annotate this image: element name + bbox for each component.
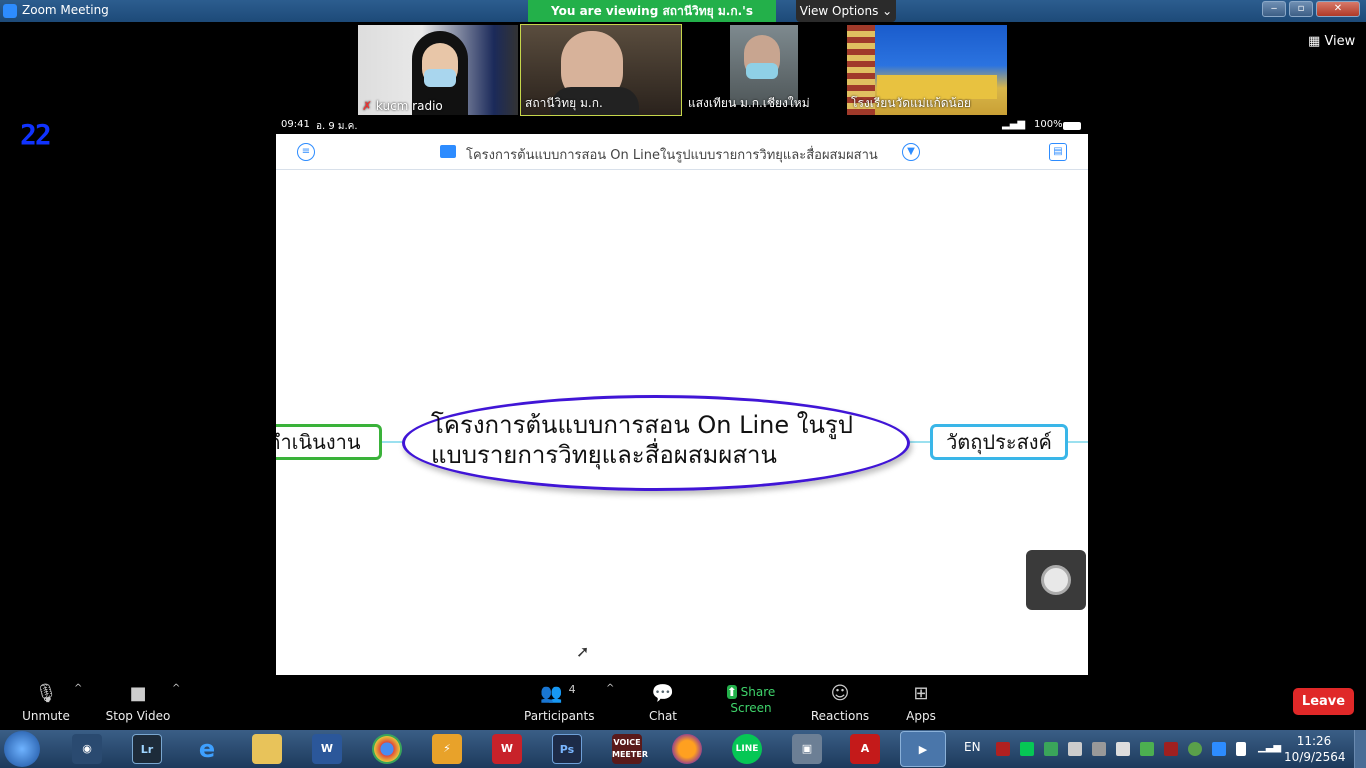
camera-app-icon[interactable]: ◉ [72, 734, 102, 764]
status-time: 09:41 [281, 119, 310, 130]
participant-name: ✗ kucm radio [362, 99, 443, 113]
flag-icon[interactable] [1236, 742, 1246, 756]
mic-muted-icon: ✗ [362, 99, 373, 113]
smiley-icon: ☺ [830, 683, 850, 704]
line-app-icon[interactable]: LINE [732, 734, 762, 764]
signal-icon: ▂▄▆ [1002, 119, 1026, 130]
people-icon: 👥 4 [540, 683, 576, 704]
battery-icon [1063, 122, 1081, 130]
file-explorer-icon[interactable] [252, 734, 282, 764]
tray-meter-icon[interactable] [1044, 742, 1058, 756]
close-button[interactable]: ✕ [1316, 1, 1360, 17]
shared-screen[interactable]: 09:41 อ. 9 ม.ค. ▂▄▆ 100% ≡ โครงการต้นแบบ… [276, 118, 1088, 675]
connector [908, 441, 932, 443]
tray-voicemeeter-icon[interactable] [1164, 742, 1178, 756]
app-toolbar: ≡ โครงการต้นแบบการสอน On Lineในรูปแบบราย… [276, 134, 1088, 170]
tray-icon[interactable] [996, 742, 1010, 756]
voicemeeter-icon[interactable]: VOICE MEETER [612, 734, 648, 764]
firefox-icon[interactable] [672, 734, 702, 764]
zoom-taskbar-icon[interactable]: ▶ [900, 731, 946, 767]
assistive-touch-button[interactable] [1026, 550, 1086, 610]
mindmap-node-left[interactable]: ดำเนินงาน [276, 424, 382, 460]
tray-tool-icon[interactable] [1092, 742, 1106, 756]
outline-icon[interactable]: ▤ [1049, 143, 1067, 161]
connector [382, 441, 404, 443]
tray-line-icon[interactable] [1020, 742, 1034, 756]
menu-icon[interactable]: ≡ [297, 143, 315, 161]
participant-name: สถานีวิทยุ ม.ก. [525, 96, 603, 110]
participant-name: แสงเทียน ม.ก.เชียงใหม่ [688, 96, 810, 110]
tray-app-icon[interactable] [1140, 742, 1154, 756]
show-desktop-button[interactable] [1354, 730, 1366, 768]
share-arrow-icon: ⬆ [726, 685, 737, 699]
video-tile-active[interactable]: สถานีวิทยุ ม.ก. [520, 24, 682, 116]
winamp-icon[interactable]: ⚡ [432, 734, 462, 764]
video-options-caret[interactable]: ^ [172, 683, 180, 694]
participants-count: 4 [568, 683, 576, 696]
folder-icon [440, 145, 456, 158]
video-camera-icon: ■ [129, 683, 147, 704]
participants-button[interactable]: 👥 4 Participants [524, 683, 595, 723]
apps-button[interactable]: ⊞ Apps [902, 683, 940, 723]
word-icon[interactable]: W [312, 734, 342, 764]
acrobat-icon[interactable]: A [850, 734, 880, 764]
battery-level: 100% [1034, 119, 1063, 130]
tray-network-app-icon[interactable] [1188, 742, 1202, 756]
microphone-muted-icon: 🎙 [34, 683, 58, 704]
unmute-button[interactable]: 🎙 Unmute [20, 683, 72, 723]
chat-bubble-icon: 💬 [651, 683, 675, 704]
maximize-button[interactable]: ▫ [1289, 1, 1313, 17]
apps-icon: ⊞ [913, 683, 929, 704]
grid-icon: ▦ [1308, 34, 1321, 49]
video-tile[interactable]: แสงเทียน ม.ก.เชียงใหม่ [684, 25, 844, 115]
mindmap-node-right[interactable]: วัตถุประสงค์ [930, 424, 1068, 460]
audio-options-caret[interactable]: ^ [74, 683, 82, 694]
connector [1068, 441, 1088, 443]
chevron-down-icon[interactable]: ▼ [902, 143, 920, 161]
desktop-app-icon[interactable]: ▣ [792, 734, 822, 764]
clock[interactable]: 11:26 10/9/2564 [1284, 733, 1346, 765]
viewing-banner: You are viewing สถานีวิทยุ ม.ก.'s screen [528, 0, 776, 40]
video-tile[interactable]: ✗ kucm radio [358, 25, 518, 115]
cursor-icon: ➚ [576, 642, 590, 661]
document-title: โครงการต้นแบบการสอน On Lineในรูปแบบรายกา… [466, 148, 878, 163]
video-tile[interactable]: โรงเรียนวัดแม่แก้ดน้อย [847, 25, 1007, 115]
tray-camera-icon[interactable] [1068, 742, 1082, 756]
device-status-bar: 09:41 อ. 9 ม.ค. ▂▄▆ 100% [276, 118, 1088, 134]
zoom-icon [3, 4, 17, 18]
mindmap-central-topic[interactable]: โครงการต้นแบบการสอน On Line ในรูป แบบราย… [402, 395, 910, 491]
signal-icon[interactable]: ▁▃▅ [1258, 742, 1281, 756]
language-indicator[interactable]: EN [964, 740, 981, 754]
start-button[interactable] [4, 731, 40, 767]
chrome-icon[interactable] [372, 734, 402, 764]
tray-usb-icon[interactable] [1116, 742, 1130, 756]
participants-options-caret[interactable]: ^ [606, 683, 614, 694]
minimize-button[interactable]: ‒ [1262, 1, 1286, 17]
windows-taskbar: ◉ Lr e W ⚡ W Ps VOICE MEETER LINE ▣ A ▶ … [0, 730, 1366, 768]
reactions-button[interactable]: ☺ Reactions [810, 683, 870, 723]
central-topic-line: แบบรายการวิทยุและสื่อผสมผสาน [431, 441, 777, 469]
central-topic-line: โครงการต้นแบบการสอน On Line ในรูป [431, 411, 854, 439]
chat-button[interactable]: 💬 Chat [644, 683, 682, 723]
window-title: Zoom Meeting [22, 3, 109, 17]
lightroom-icon[interactable]: Lr [132, 734, 162, 764]
view-options-button[interactable]: View Options ⌄ [796, 0, 896, 22]
participant-name: โรงเรียนวัดแม่แก้ดน้อย [851, 96, 971, 110]
overlay-number: 22 [20, 118, 52, 151]
leave-button[interactable]: Leave [1293, 688, 1354, 715]
app-icon[interactable]: W [492, 734, 522, 764]
view-button[interactable]: ▦ View [1308, 34, 1355, 49]
status-date: อ. 9 ม.ค. [316, 121, 358, 132]
meeting-toolbar: 🎙 Unmute ^ ■ Stop Video ^ 👥 4 Participan… [0, 675, 1366, 730]
tray-zoom-icon[interactable] [1212, 742, 1226, 756]
share-screen-button[interactable]: ⬆ Share Screen [712, 683, 790, 715]
internet-explorer-icon[interactable]: e [192, 734, 222, 764]
photoshop-icon[interactable]: Ps [552, 734, 582, 764]
stop-video-button[interactable]: ■ Stop Video [104, 683, 172, 723]
